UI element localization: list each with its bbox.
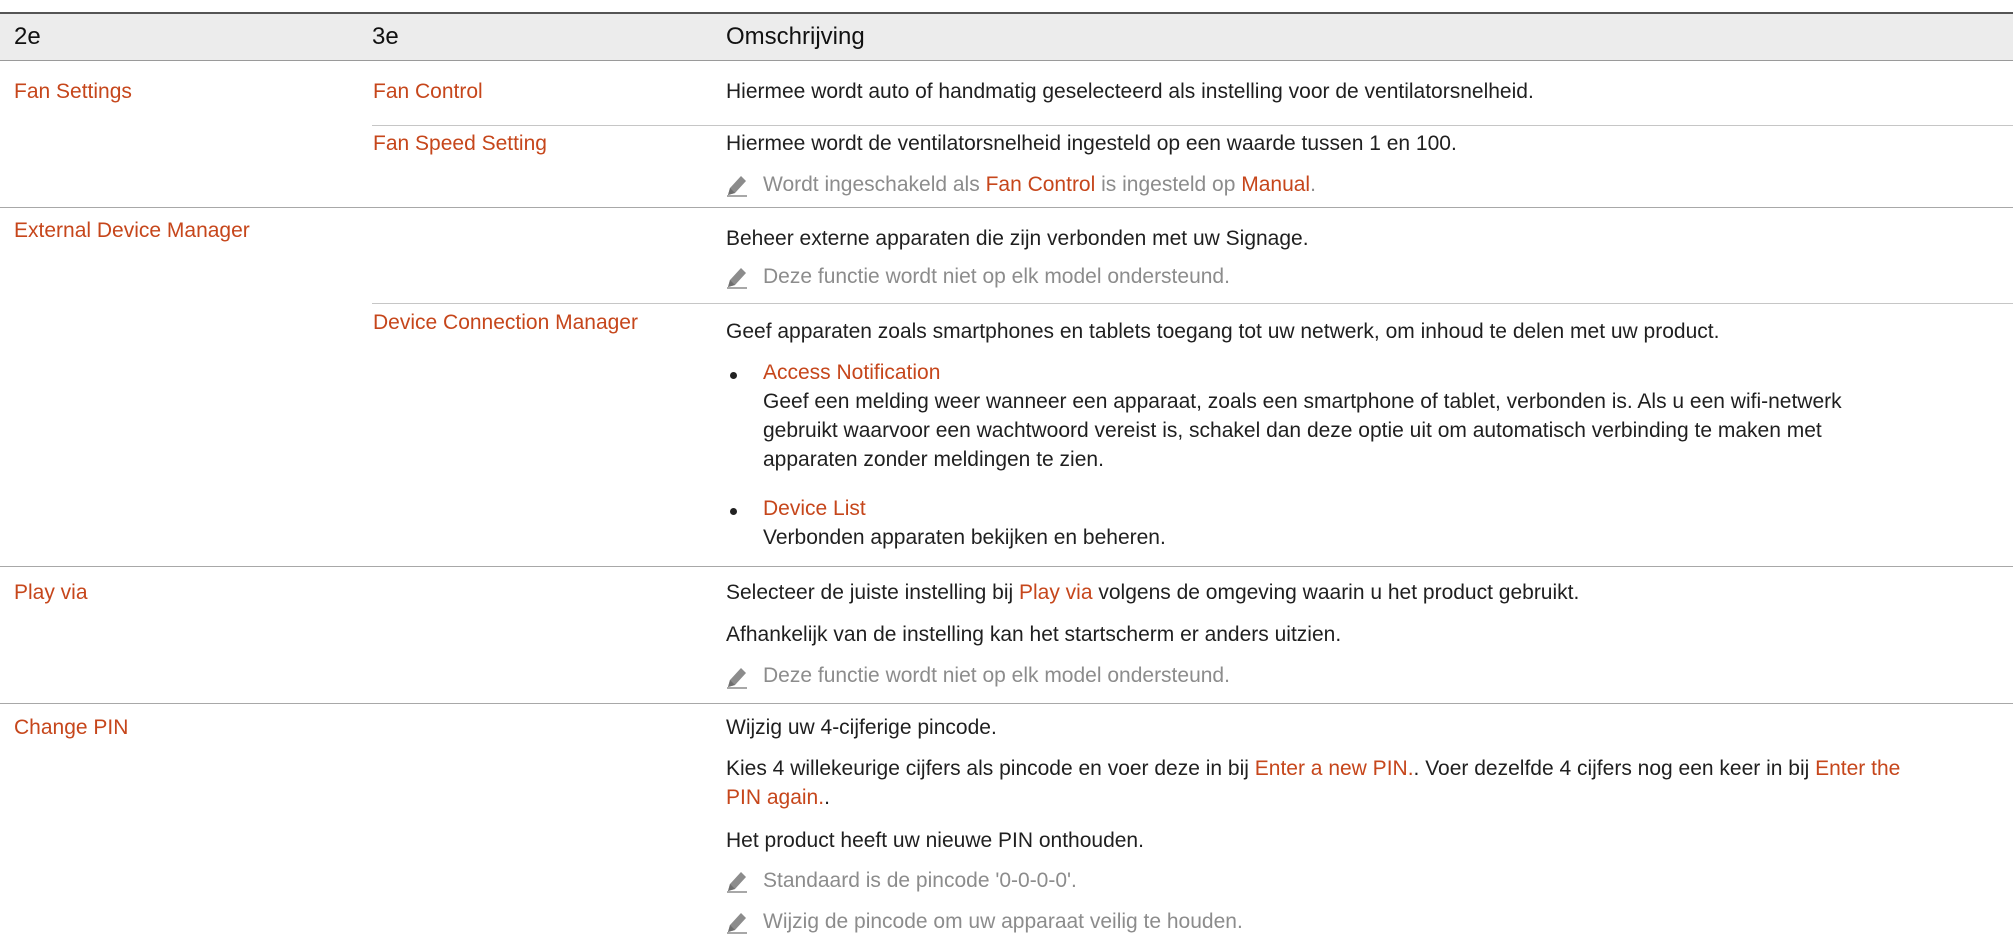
pin-desc-2: Kies 4 willekeurige cijfers als pincode … — [726, 754, 1900, 784]
row-fan-settings[interactable]: Fan Settings — [14, 77, 132, 107]
pin-desc-1: Wijzig uw 4-cijferige pincode. — [726, 716, 997, 739]
desc-text: . — [824, 786, 830, 809]
row-change-pin[interactable]: Change PIN — [14, 713, 128, 743]
desc-text: Kies 4 willekeurige cijfers als pincode … — [726, 757, 1255, 780]
bullet — [730, 508, 737, 515]
access-notification-title: Access Notification — [763, 361, 941, 384]
row-play-via[interactable]: Play via — [14, 578, 88, 608]
note-link-manual: Manual — [1241, 173, 1311, 196]
header-col-3e: 3e — [372, 23, 399, 50]
row-fan-speed-setting[interactable]: Fan Speed Setting — [373, 129, 547, 159]
inner-divider — [372, 303, 2013, 304]
row-external-device-manager[interactable]: External Device Manager — [14, 216, 250, 246]
fan-control-desc: Hiermee wordt auto of handmatig geselect… — [726, 80, 1534, 103]
header-col-2e: 2e — [14, 23, 41, 50]
row-fan-control[interactable]: Fan Control — [373, 77, 483, 107]
pin-note-1: Standaard is de pincode '0-0-0-0'. — [763, 869, 1077, 892]
pin-desc-2-cont: PIN again.. — [726, 783, 830, 813]
row-device-connection-manager[interactable]: Device Connection Manager — [373, 308, 638, 338]
header-col-description: Omschrijving — [726, 23, 865, 50]
table-header: 2e 3e Omschrijving — [0, 14, 2013, 61]
row-divider — [0, 207, 2013, 208]
pencil-note-icon — [726, 869, 748, 893]
play-via-desc-2: Afhankelijk van de instelling kan het st… — [726, 623, 1342, 646]
link-enter-pin-again: Enter the — [1815, 757, 1901, 780]
inner-divider — [372, 125, 2013, 126]
link-enter-pin-again: PIN again. — [726, 786, 825, 809]
pencil-note-icon — [726, 910, 748, 934]
pencil-note-icon — [726, 665, 748, 689]
link-enter-new-pin: Enter a new PIN. — [1254, 757, 1414, 780]
dcm-desc: Geef apparaten zoals smartphones en tabl… — [726, 320, 1720, 343]
play-via-desc: Selecteer de juiste instelling bij Play … — [726, 578, 1579, 608]
pencil-note-icon — [726, 265, 748, 289]
edm-desc: Beheer externe apparaten die zijn verbon… — [726, 227, 1309, 250]
note-text: Wordt ingeschakeld als — [763, 173, 986, 196]
link-play-via: Play via — [1019, 581, 1093, 604]
pencil-note-icon — [726, 173, 748, 197]
pin-note-2: Wijzig de pincode om uw apparaat veilig … — [763, 910, 1243, 933]
note-link-fan-control: Fan Control — [985, 173, 1096, 196]
row-divider — [0, 566, 2013, 567]
play-via-note: Deze functie wordt niet op elk model ond… — [763, 664, 1230, 687]
note-text: . — [1310, 173, 1316, 196]
edm-note: Deze functie wordt niet op elk model ond… — [763, 265, 1230, 288]
pin-desc-3: Het product heeft uw nieuwe PIN onthoude… — [726, 829, 1144, 852]
fan-speed-note: Wordt ingeschakeld als Fan Control is in… — [763, 170, 1316, 200]
bullet — [730, 372, 737, 379]
row-divider — [0, 703, 2013, 704]
desc-text: . Voer dezelfde 4 cijfers nog een keer i… — [1413, 757, 1816, 780]
desc-text: Selecteer de juiste instelling bij — [726, 581, 1019, 604]
device-list-title: Device List — [763, 497, 866, 520]
access-notification-line: Geef een melding weer wanneer een appara… — [763, 390, 1842, 413]
access-notification-line: apparaten zonder meldingen te zien. — [763, 448, 1104, 471]
device-list-desc: Verbonden apparaten bekijken en beheren. — [763, 526, 1166, 549]
access-notification-line: gebruikt waarvoor een wachtwoord vereist… — [763, 419, 1822, 442]
note-text: is ingesteld op — [1095, 173, 1242, 196]
fan-speed-desc: Hiermee wordt de ventilatorsnelheid inge… — [726, 132, 1457, 155]
desc-text: volgens de omgeving waarin u het product… — [1092, 581, 1580, 604]
